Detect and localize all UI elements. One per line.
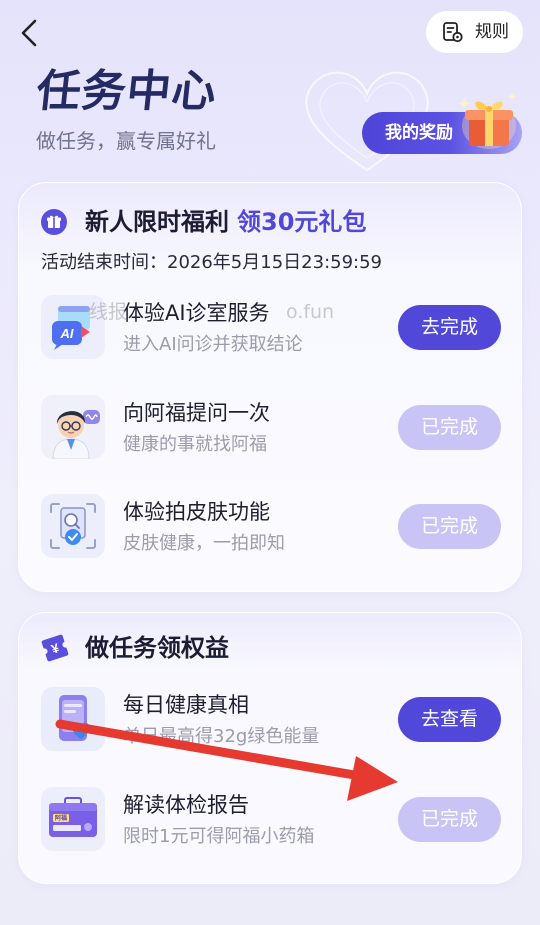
task-desc: 进入AI问诊并获取结论 <box>123 334 303 355</box>
activity-deadline: 活动结束时间：2026年5月15日23:59:59 <box>41 252 383 273</box>
task-title: 每日健康真相 <box>123 693 249 717</box>
gift-box-icon <box>458 92 517 149</box>
task-desc: 单日最高得32g绿色能量 <box>123 726 320 747</box>
newcomer-benefit-card: 新人限时福利 领30元礼包 活动结束时间：2026年5月15日23:59:59 … <box>18 182 522 592</box>
skin-scan-icon <box>41 494 105 558</box>
benefits-title: 做任务领权益 <box>85 634 229 662</box>
document-gear-icon <box>443 22 463 43</box>
rules-button[interactable]: 规则 <box>426 11 523 53</box>
watermark-text: o.fun <box>286 301 335 323</box>
my-rewards-button[interactable]: 我的奖励 <box>362 92 522 154</box>
task-desc: 限时1元可得阿福小药箱 <box>123 826 315 847</box>
medicine-box-label: 阿福 <box>55 814 67 822</box>
task-title: 体验拍皮肤功能 <box>123 500 270 524</box>
watermark-text: 线报 <box>89 301 128 323</box>
task-center-screen: 规则 任务中心 做任务，赢专属好礼 我的奖励 新人限时福利 领30元礼包 活动结… <box>0 0 540 925</box>
chevron-left-icon <box>21 19 37 47</box>
task-row: 向阿福提问一次 健康的事就找阿福 已完成 <box>41 395 501 459</box>
task-title: 体验AI诊室服务 <box>123 301 270 325</box>
task-title: 向阿福提问一次 <box>123 401 270 425</box>
completed-button[interactable]: 已完成 <box>398 797 501 842</box>
task-row: 每日健康真相 单日最高得32g绿色能量 去查看 <box>41 687 501 751</box>
task-row: 体验拍皮肤功能 皮肤健康，一拍即知 已完成 <box>41 494 501 558</box>
newcomer-title: 新人限时福利 <box>85 208 229 236</box>
go-complete-button[interactable]: 去完成 <box>398 305 501 350</box>
gift-icon <box>41 209 67 235</box>
page-title: 任务中心 <box>34 66 220 117</box>
page-subtitle: 做任务，赢专属好礼 <box>36 129 216 153</box>
completed-button[interactable]: 已完成 <box>398 405 501 450</box>
task-row: 阿福 解读体检报告 限时1元可得阿福小药箱 已完成 <box>41 787 501 851</box>
task-title: 解读体检报告 <box>123 793 249 817</box>
my-rewards-label: 我的奖励 <box>385 123 453 143</box>
newcomer-highlight: 领30元礼包 <box>237 208 367 236</box>
rules-label: 规则 <box>475 22 509 42</box>
task-desc: 健康的事就找阿福 <box>123 434 267 455</box>
task-benefits-card: ¥ 做任务领权益 每日健康真相 单日最高得32g绿色能量 去查看 阿福 解读体检… <box>18 612 522 884</box>
card-header: 新人限时福利 领30元礼包 <box>41 206 366 238</box>
phone-heart-icon <box>41 687 105 751</box>
task-desc: 皮肤健康，一拍即知 <box>123 533 285 554</box>
go-view-button[interactable]: 去查看 <box>398 697 501 742</box>
doctor-avatar-icon <box>41 395 105 459</box>
yuan-ticket-icon: ¥ <box>41 634 69 662</box>
ai-icon-text: AI <box>60 326 74 341</box>
medicine-box-icon: 阿福 <box>41 787 105 851</box>
card-header: ¥ 做任务领权益 <box>39 632 229 664</box>
completed-button[interactable]: 已完成 <box>398 504 501 549</box>
back-button[interactable] <box>12 16 46 50</box>
